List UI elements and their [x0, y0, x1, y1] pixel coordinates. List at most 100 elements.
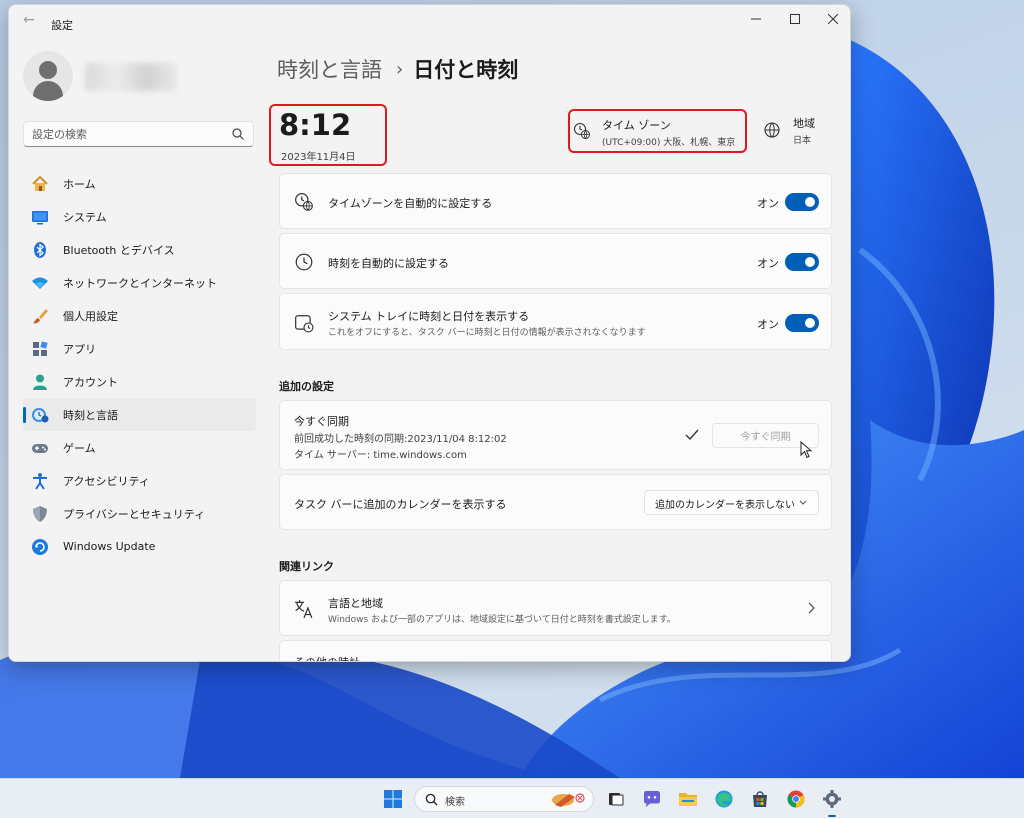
page-title: 日付と時刻 [413, 58, 519, 82]
search-icon[interactable] [231, 127, 245, 141]
language-icon [294, 599, 314, 619]
toggle-state-label: オン [757, 197, 779, 210]
taskbar-search-label: 検索 [445, 797, 465, 808]
sync-now-card: 今すぐ同期 前回成功した時刻の同期:2023/11/04 8:12:02 タイム… [279, 400, 832, 470]
sidebar-item-personalization[interactable]: 個人用設定 [23, 299, 256, 332]
globe-icon [764, 122, 780, 138]
current-time-highlight: 8:12 2023年11月4日 [269, 104, 387, 166]
microsoft-store-button[interactable] [748, 787, 772, 811]
language-region-link-card[interactable]: 言語と地域 Windows および一部のアプリは、地域設定に基づいて日付と時刻を… [279, 580, 832, 636]
sidebar-item-label: 個人用設定 [63, 309, 118, 323]
minimize-button[interactable] [737, 5, 775, 33]
settings-icon [823, 790, 841, 808]
settings-search-box[interactable] [23, 121, 254, 147]
clock-icon [294, 252, 314, 272]
system-icon [31, 208, 49, 226]
avatar [23, 51, 73, 101]
sidebar-item-label: プライバシーとセキュリティ [63, 507, 206, 521]
taskbar-search-box[interactable]: 検索 [414, 786, 594, 812]
taskbar: 検索 [0, 778, 1024, 818]
back-arrow-icon[interactable]: ← [21, 13, 37, 29]
breadcrumb-parent-link[interactable]: 時刻と言語 [277, 54, 382, 84]
sidebar-item-accounts[interactable]: アカウント [23, 365, 256, 398]
toggle-state-label: オン [757, 318, 779, 331]
maximize-icon [790, 14, 800, 24]
link-title: 言語と地域 [328, 597, 383, 610]
windows-start-button[interactable] [381, 787, 405, 811]
windows-start-icon [384, 790, 402, 808]
time-language-icon [31, 406, 49, 424]
setting-card-time-auto: 時刻を自動的に設定する オン [279, 233, 832, 289]
sidebar-item-accessibility[interactable]: アクセシビリティ [23, 464, 256, 497]
maximize-button[interactable] [776, 5, 814, 33]
setting-card-timezone-auto: タイムゾーンを自動的に設定する オン [279, 173, 832, 229]
sidebar-item-gaming[interactable]: ゲーム [23, 431, 256, 464]
sidebar-item-home[interactable]: ホーム [23, 167, 256, 200]
edge-icon [715, 790, 733, 808]
bluetooth-icon [31, 241, 49, 259]
sidebar-item-label: ホーム [63, 177, 96, 191]
teams-chat-button[interactable] [640, 787, 664, 811]
account-icon [31, 373, 49, 391]
sidebar-item-label: 時刻と言語 [63, 408, 118, 422]
setting-title: システム トレイに時刻と日付を表示する [328, 310, 530, 323]
task-view-button[interactable] [604, 787, 628, 811]
file-explorer-icon [679, 793, 697, 806]
search-input[interactable] [32, 126, 222, 142]
teams-chat-icon [644, 791, 660, 807]
setting-title: 時刻を自動的に設定する [328, 257, 449, 270]
section-heading-additional: 追加の設定 [279, 380, 334, 393]
system-tray-toggle[interactable] [785, 314, 819, 332]
sidebar-item-label: ネットワークとインターネット [63, 276, 217, 290]
chrome-browser-button[interactable] [784, 787, 808, 811]
timezone-value: (UTC+09:00) 大阪、札幌、東京 [602, 138, 736, 148]
title-bar: ← 設定 [9, 5, 850, 35]
sidebar-item-apps[interactable]: アプリ [23, 332, 256, 365]
dropdown-selected-value: 追加のカレンダーを表示しない [655, 500, 795, 511]
accessibility-icon [31, 472, 49, 490]
sync-title: 今すぐ同期 [294, 415, 349, 428]
close-button[interactable] [814, 5, 850, 33]
file-explorer-button[interactable] [676, 787, 700, 811]
link-title: その他の時計 [294, 654, 360, 661]
edge-browser-button[interactable] [712, 787, 736, 811]
sidebar-item-label: Bluetooth とデバイス [63, 243, 175, 257]
chevron-right-icon [808, 602, 815, 614]
sidebar-item-system[interactable]: システム [23, 200, 256, 233]
setting-card-system-tray: システム トレイに時刻と日付を表示する これをオフにすると、タスク バーに時刻と… [279, 293, 832, 350]
time-auto-toggle[interactable] [785, 253, 819, 271]
timezone-summary: タイム ゾーン (UTC+09:00) 大阪、札幌、東京 [568, 109, 747, 153]
sidebar-item-network[interactable]: ネットワークとインターネット [23, 266, 256, 299]
chevron-down-icon [799, 500, 807, 505]
calendar-clock-icon [294, 313, 314, 333]
setting-description: これをオフにすると、タスク バーに時刻と日付の情報が表示されなくなります [328, 328, 646, 338]
section-heading-related: 関連リンク [279, 560, 334, 573]
time-server-text: タイム サーバー: time.windows.com [294, 450, 467, 461]
brush-icon [31, 307, 49, 325]
sidebar-item-label: Windows Update [63, 540, 156, 553]
windows-update-icon [31, 538, 49, 556]
store-icon [753, 791, 767, 807]
sidebar-item-bluetooth[interactable]: Bluetooth とデバイス [23, 233, 256, 266]
task-view-icon [609, 793, 624, 806]
sidebar-item-windows-update[interactable]: Windows Update [23, 530, 256, 563]
user-profile[interactable] [23, 51, 253, 107]
mouse-cursor-icon [800, 441, 812, 459]
sidebar-item-label: アプリ [63, 342, 96, 356]
region-summary: 地域 日本 [761, 109, 841, 153]
shield-icon [31, 505, 49, 523]
breadcrumb-separator: › [396, 58, 404, 80]
other-clocks-card[interactable]: その他の時計 [279, 640, 832, 661]
sidebar-item-privacy[interactable]: プライバシーとセキュリティ [23, 497, 256, 530]
sidebar-item-label: アクセシビリティ [63, 474, 150, 488]
gamepad-icon [31, 439, 49, 457]
apps-icon [31, 340, 49, 358]
settings-app-button[interactable] [820, 787, 844, 817]
region-label: 地域 [793, 117, 815, 130]
sidebar-item-label: ゲーム [63, 441, 96, 455]
settings-window: ← 設定 ホーム [8, 4, 851, 662]
timezone-auto-toggle[interactable] [785, 193, 819, 211]
sidebar-item-time-language[interactable]: 時刻と言語 [23, 398, 256, 431]
additional-calendar-dropdown[interactable]: 追加のカレンダーを表示しない [644, 490, 819, 515]
region-value: 日本 [793, 136, 812, 146]
